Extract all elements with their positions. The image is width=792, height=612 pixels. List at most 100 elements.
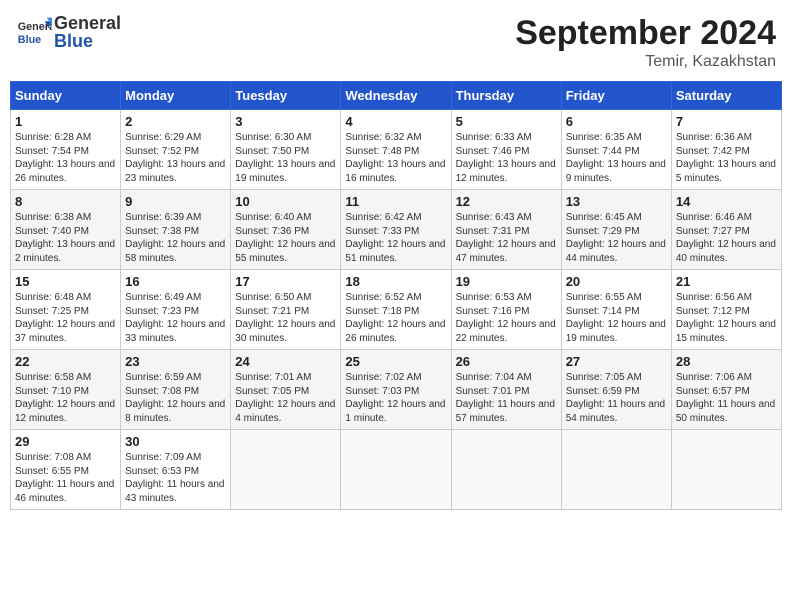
day-info: Sunrise: 6:36 AMSunset: 7:42 PMDaylight:…	[676, 131, 777, 185]
day-info: Sunrise: 7:04 AMSunset: 7:01 PMDaylight:…	[456, 371, 557, 425]
day-info: Sunrise: 6:58 AMSunset: 7:10 PMDaylight:…	[15, 371, 116, 425]
weekday-header-row: SundayMondayTuesdayWednesdayThursdayFrid…	[11, 82, 782, 110]
calendar-day-cell: 13 Sunrise: 6:45 AMSunset: 7:29 PMDaylig…	[561, 190, 671, 270]
day-number: 14	[676, 194, 777, 209]
day-info: Sunrise: 6:52 AMSunset: 7:18 PMDaylight:…	[345, 291, 446, 345]
calendar-week-row: 22 Sunrise: 6:58 AMSunset: 7:10 PMDaylig…	[11, 350, 782, 430]
logo-blue-text: Blue	[54, 32, 121, 50]
day-number: 19	[456, 274, 557, 289]
day-info: Sunrise: 6:43 AMSunset: 7:31 PMDaylight:…	[456, 211, 557, 265]
calendar-day-cell: 12 Sunrise: 6:43 AMSunset: 7:31 PMDaylig…	[451, 190, 561, 270]
logo-text: General Blue	[54, 14, 121, 50]
calendar-day-cell: 24 Sunrise: 7:01 AMSunset: 7:05 PMDaylig…	[231, 350, 341, 430]
calendar-day-cell: 11 Sunrise: 6:42 AMSunset: 7:33 PMDaylig…	[341, 190, 451, 270]
day-info: Sunrise: 6:42 AMSunset: 7:33 PMDaylight:…	[345, 211, 446, 265]
location: Temir, Kazakhstan	[515, 53, 776, 71]
calendar-day-cell	[451, 430, 561, 510]
day-number: 6	[566, 114, 667, 129]
calendar-day-cell: 14 Sunrise: 6:46 AMSunset: 7:27 PMDaylig…	[671, 190, 781, 270]
month-title: September 2024	[515, 14, 776, 53]
day-number: 28	[676, 354, 777, 369]
calendar-day-cell: 28 Sunrise: 7:06 AMSunset: 6:57 PMDaylig…	[671, 350, 781, 430]
day-number: 21	[676, 274, 777, 289]
day-number: 16	[125, 274, 226, 289]
calendar-day-cell: 30 Sunrise: 7:09 AMSunset: 6:53 PMDaylig…	[121, 430, 231, 510]
weekday-header: Thursday	[451, 82, 561, 110]
calendar-day-cell: 27 Sunrise: 7:05 AMSunset: 6:59 PMDaylig…	[561, 350, 671, 430]
day-number: 7	[676, 114, 777, 129]
day-info: Sunrise: 6:55 AMSunset: 7:14 PMDaylight:…	[566, 291, 667, 345]
day-info: Sunrise: 7:09 AMSunset: 6:53 PMDaylight:…	[125, 451, 226, 505]
day-info: Sunrise: 6:49 AMSunset: 7:23 PMDaylight:…	[125, 291, 226, 345]
day-number: 11	[345, 194, 446, 209]
day-number: 30	[125, 434, 226, 449]
day-number: 23	[125, 354, 226, 369]
calendar-day-cell: 29 Sunrise: 7:08 AMSunset: 6:55 PMDaylig…	[11, 430, 121, 510]
day-info: Sunrise: 7:08 AMSunset: 6:55 PMDaylight:…	[15, 451, 116, 505]
calendar-day-cell: 6 Sunrise: 6:35 AMSunset: 7:44 PMDayligh…	[561, 110, 671, 190]
calendar-day-cell: 7 Sunrise: 6:36 AMSunset: 7:42 PMDayligh…	[671, 110, 781, 190]
calendar-day-cell: 25 Sunrise: 7:02 AMSunset: 7:03 PMDaylig…	[341, 350, 451, 430]
day-number: 10	[235, 194, 336, 209]
calendar-week-row: 1 Sunrise: 6:28 AMSunset: 7:54 PMDayligh…	[11, 110, 782, 190]
logo-general-text: General	[54, 14, 121, 32]
day-info: Sunrise: 6:38 AMSunset: 7:40 PMDaylight:…	[15, 211, 116, 265]
logo-icon: General Blue	[16, 14, 52, 50]
calendar-day-cell: 16 Sunrise: 6:49 AMSunset: 7:23 PMDaylig…	[121, 270, 231, 350]
calendar-day-cell: 17 Sunrise: 6:50 AMSunset: 7:21 PMDaylig…	[231, 270, 341, 350]
weekday-header: Sunday	[11, 82, 121, 110]
day-number: 1	[15, 114, 116, 129]
calendar-day-cell: 20 Sunrise: 6:55 AMSunset: 7:14 PMDaylig…	[561, 270, 671, 350]
calendar-day-cell: 9 Sunrise: 6:39 AMSunset: 7:38 PMDayligh…	[121, 190, 231, 270]
day-info: Sunrise: 6:35 AMSunset: 7:44 PMDaylight:…	[566, 131, 667, 185]
calendar-day-cell: 22 Sunrise: 6:58 AMSunset: 7:10 PMDaylig…	[11, 350, 121, 430]
calendar-day-cell	[671, 430, 781, 510]
weekday-header: Tuesday	[231, 82, 341, 110]
logo: General Blue General Blue	[16, 14, 121, 50]
calendar-day-cell: 2 Sunrise: 6:29 AMSunset: 7:52 PMDayligh…	[121, 110, 231, 190]
day-number: 25	[345, 354, 446, 369]
calendar-day-cell: 3 Sunrise: 6:30 AMSunset: 7:50 PMDayligh…	[231, 110, 341, 190]
day-number: 18	[345, 274, 446, 289]
day-info: Sunrise: 6:39 AMSunset: 7:38 PMDaylight:…	[125, 211, 226, 265]
weekday-header: Wednesday	[341, 82, 451, 110]
day-info: Sunrise: 6:29 AMSunset: 7:52 PMDaylight:…	[125, 131, 226, 185]
day-number: 26	[456, 354, 557, 369]
day-info: Sunrise: 6:46 AMSunset: 7:27 PMDaylight:…	[676, 211, 777, 265]
day-info: Sunrise: 6:40 AMSunset: 7:36 PMDaylight:…	[235, 211, 336, 265]
day-number: 4	[345, 114, 446, 129]
day-info: Sunrise: 6:32 AMSunset: 7:48 PMDaylight:…	[345, 131, 446, 185]
calendar-day-cell	[561, 430, 671, 510]
day-info: Sunrise: 6:59 AMSunset: 7:08 PMDaylight:…	[125, 371, 226, 425]
day-number: 17	[235, 274, 336, 289]
weekday-header: Friday	[561, 82, 671, 110]
calendar-day-cell: 23 Sunrise: 6:59 AMSunset: 7:08 PMDaylig…	[121, 350, 231, 430]
day-info: Sunrise: 6:33 AMSunset: 7:46 PMDaylight:…	[456, 131, 557, 185]
calendar-day-cell: 21 Sunrise: 6:56 AMSunset: 7:12 PMDaylig…	[671, 270, 781, 350]
day-number: 29	[15, 434, 116, 449]
day-info: Sunrise: 6:48 AMSunset: 7:25 PMDaylight:…	[15, 291, 116, 345]
calendar-table: SundayMondayTuesdayWednesdayThursdayFrid…	[10, 81, 782, 510]
day-info: Sunrise: 6:45 AMSunset: 7:29 PMDaylight:…	[566, 211, 667, 265]
day-number: 12	[456, 194, 557, 209]
day-number: 2	[125, 114, 226, 129]
day-number: 5	[456, 114, 557, 129]
day-info: Sunrise: 6:53 AMSunset: 7:16 PMDaylight:…	[456, 291, 557, 345]
calendar-week-row: 15 Sunrise: 6:48 AMSunset: 7:25 PMDaylig…	[11, 270, 782, 350]
day-number: 22	[15, 354, 116, 369]
svg-text:Blue: Blue	[18, 34, 41, 46]
calendar-day-cell: 26 Sunrise: 7:04 AMSunset: 7:01 PMDaylig…	[451, 350, 561, 430]
weekday-header: Monday	[121, 82, 231, 110]
day-number: 15	[15, 274, 116, 289]
calendar-week-row: 29 Sunrise: 7:08 AMSunset: 6:55 PMDaylig…	[11, 430, 782, 510]
day-number: 13	[566, 194, 667, 209]
day-number: 3	[235, 114, 336, 129]
day-number: 24	[235, 354, 336, 369]
day-number: 27	[566, 354, 667, 369]
calendar-day-cell: 18 Sunrise: 6:52 AMSunset: 7:18 PMDaylig…	[341, 270, 451, 350]
day-info: Sunrise: 6:30 AMSunset: 7:50 PMDaylight:…	[235, 131, 336, 185]
calendar-day-cell: 1 Sunrise: 6:28 AMSunset: 7:54 PMDayligh…	[11, 110, 121, 190]
day-number: 8	[15, 194, 116, 209]
calendar-day-cell: 4 Sunrise: 6:32 AMSunset: 7:48 PMDayligh…	[341, 110, 451, 190]
page-header: General Blue General Blue September 2024…	[10, 10, 782, 75]
